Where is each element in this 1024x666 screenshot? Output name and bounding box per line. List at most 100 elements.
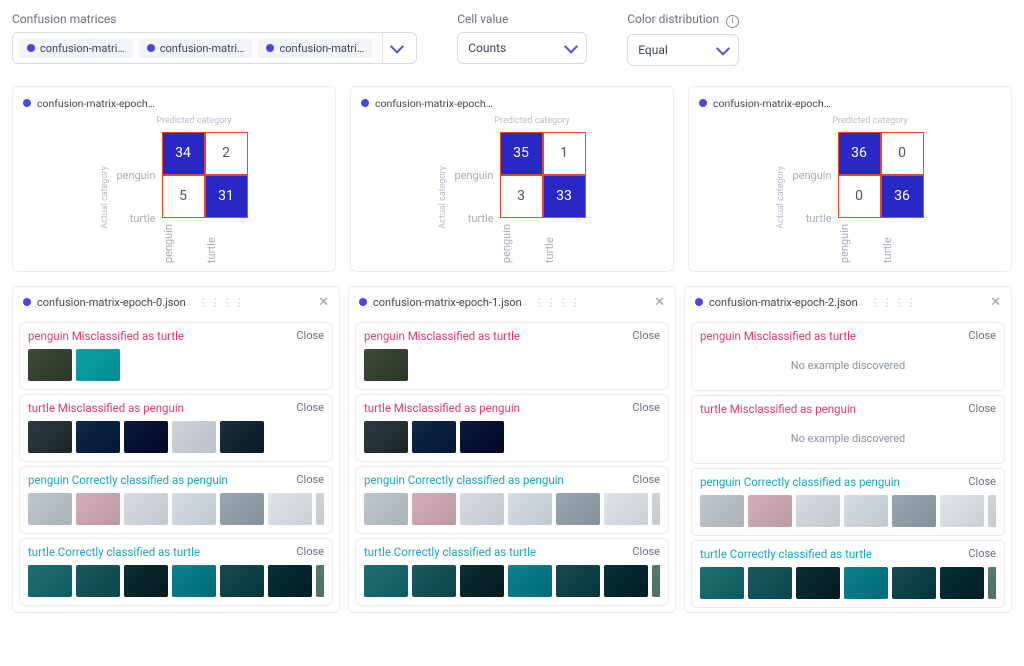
thumbnail[interactable]	[412, 493, 456, 525]
thumbnail[interactable]	[28, 493, 72, 525]
section-close-button[interactable]: Close	[296, 473, 324, 486]
thumbnail[interactable]	[28, 565, 72, 597]
thumbnail[interactable]	[124, 421, 168, 453]
matrix-cell[interactable]: 34	[162, 132, 205, 175]
cell-value-select[interactable]: Counts	[457, 32, 587, 64]
matrix-cell[interactable]: 36	[881, 175, 924, 218]
thumbnail[interactable]	[892, 495, 936, 527]
info-icon[interactable]: i	[726, 15, 739, 28]
section-close-button[interactable]: Close	[632, 329, 660, 342]
thumbnail[interactable]	[892, 567, 936, 599]
thumbnail[interactable]	[76, 421, 120, 453]
thumbnail[interactable]	[172, 493, 216, 525]
thumbnail-row	[28, 565, 324, 597]
thumbnail[interactable]	[364, 421, 408, 453]
thumbnail[interactable]	[220, 565, 264, 597]
matrix-cell[interactable]: 31	[205, 175, 248, 218]
matrix-body: Actual categorypenguinturtle351333pengui…	[361, 128, 663, 263]
section-header: turtle Misclassified as penguinClose	[700, 402, 996, 416]
thumbnail[interactable]	[652, 565, 660, 597]
section-close-button[interactable]: Close	[632, 401, 660, 414]
section-close-button[interactable]: Close	[296, 545, 324, 558]
thumbnail[interactable]	[364, 349, 408, 381]
drag-handle-icon[interactable]: ⋮⋮⋮⋮	[198, 296, 246, 309]
matrix-chip[interactable]: confusion-matri…	[139, 39, 253, 58]
thumbnail[interactable]	[796, 495, 840, 527]
thumbnail[interactable]	[28, 349, 72, 381]
matrix-cell[interactable]: 36	[838, 132, 881, 175]
thumbnail[interactable]	[940, 567, 984, 599]
close-icon[interactable]: ✕	[990, 295, 1001, 310]
thumbnail[interactable]	[76, 565, 120, 597]
thumbnail[interactable]	[988, 495, 996, 527]
thumbnail[interactable]	[460, 565, 504, 597]
matrix-cell[interactable]: 1	[543, 132, 586, 175]
section-close-button[interactable]: Close	[296, 329, 324, 342]
drag-handle-icon[interactable]: ⋮⋮⋮⋮	[534, 296, 582, 309]
thumbnail[interactable]	[556, 565, 600, 597]
thumbnail[interactable]	[604, 565, 648, 597]
matrix-cell[interactable]: 33	[543, 175, 586, 218]
thumbnail[interactable]	[652, 493, 660, 525]
thumbnail[interactable]	[796, 567, 840, 599]
thumbnail[interactable]	[460, 493, 504, 525]
matrix-cell[interactable]: 2	[205, 132, 248, 175]
thumbnail[interactable]	[268, 565, 312, 597]
section-close-button[interactable]: Close	[968, 475, 996, 488]
color-dist-select[interactable]: Equal	[627, 34, 739, 66]
thumbnail[interactable]	[844, 495, 888, 527]
thumbnail[interactable]	[412, 565, 456, 597]
matrix-cell[interactable]: 5	[162, 175, 205, 218]
thumbnail[interactable]	[412, 421, 456, 453]
thumbnail[interactable]	[604, 493, 648, 525]
thumbnail[interactable]	[700, 567, 744, 599]
chevron-down-icon	[564, 40, 578, 54]
section-title: penguin Misclassified as turtle	[28, 329, 184, 343]
matrix-chip[interactable]: confusion-matri…	[258, 39, 372, 58]
chevron-down-icon[interactable]	[382, 33, 410, 63]
thumbnail[interactable]	[124, 493, 168, 525]
section-close-button[interactable]: Close	[968, 329, 996, 342]
thumbnail[interactable]	[748, 495, 792, 527]
section-close-button[interactable]: Close	[968, 402, 996, 415]
close-icon[interactable]: ✕	[318, 295, 329, 310]
thumbnail[interactable]	[988, 567, 996, 599]
section-close-button[interactable]: Close	[296, 401, 324, 414]
thumbnail[interactable]	[364, 493, 408, 525]
thumbnail[interactable]	[940, 495, 984, 527]
close-icon[interactable]: ✕	[654, 295, 665, 310]
thumbnail[interactable]	[124, 565, 168, 597]
thumbnail[interactable]	[748, 567, 792, 599]
matrix-chip[interactable]: confusion-matri…	[19, 39, 133, 58]
thumbnail[interactable]	[844, 567, 888, 599]
section-close-button[interactable]: Close	[632, 545, 660, 558]
confusion-matrices-select[interactable]: confusion-matri… confusion-matri… confus…	[12, 32, 417, 64]
thumbnail[interactable]	[220, 493, 264, 525]
col-labels: penguinturtle	[162, 224, 248, 263]
thumbnail[interactable]	[364, 565, 408, 597]
thumbnail[interactable]	[316, 493, 324, 525]
dot-icon	[266, 44, 274, 52]
thumbnail[interactable]	[76, 349, 120, 381]
thumbnail[interactable]	[76, 493, 120, 525]
section-close-button[interactable]: Close	[968, 547, 996, 560]
thumbnail[interactable]	[268, 493, 312, 525]
matrix-cell[interactable]: 3	[500, 175, 543, 218]
thumbnail[interactable]	[700, 495, 744, 527]
thumbnail[interactable]	[172, 565, 216, 597]
thumbnail[interactable]	[508, 565, 552, 597]
drag-handle-icon[interactable]: ⋮⋮⋮⋮	[870, 296, 918, 309]
thumbnail[interactable]	[556, 493, 600, 525]
section-close-button[interactable]: Close	[632, 473, 660, 486]
thumbnail[interactable]	[316, 565, 324, 597]
section-title: turtle Correctly classified as turtle	[28, 545, 200, 559]
matrix-cell[interactable]: 0	[838, 175, 881, 218]
thumbnail[interactable]	[172, 421, 216, 453]
matrix-cell[interactable]: 35	[500, 132, 543, 175]
thumbnail[interactable]	[460, 421, 504, 453]
matrix-cell[interactable]: 0	[881, 132, 924, 175]
cell-value-text: Counts	[468, 41, 506, 55]
thumbnail[interactable]	[28, 421, 72, 453]
thumbnail[interactable]	[508, 493, 552, 525]
thumbnail[interactable]	[220, 421, 264, 453]
